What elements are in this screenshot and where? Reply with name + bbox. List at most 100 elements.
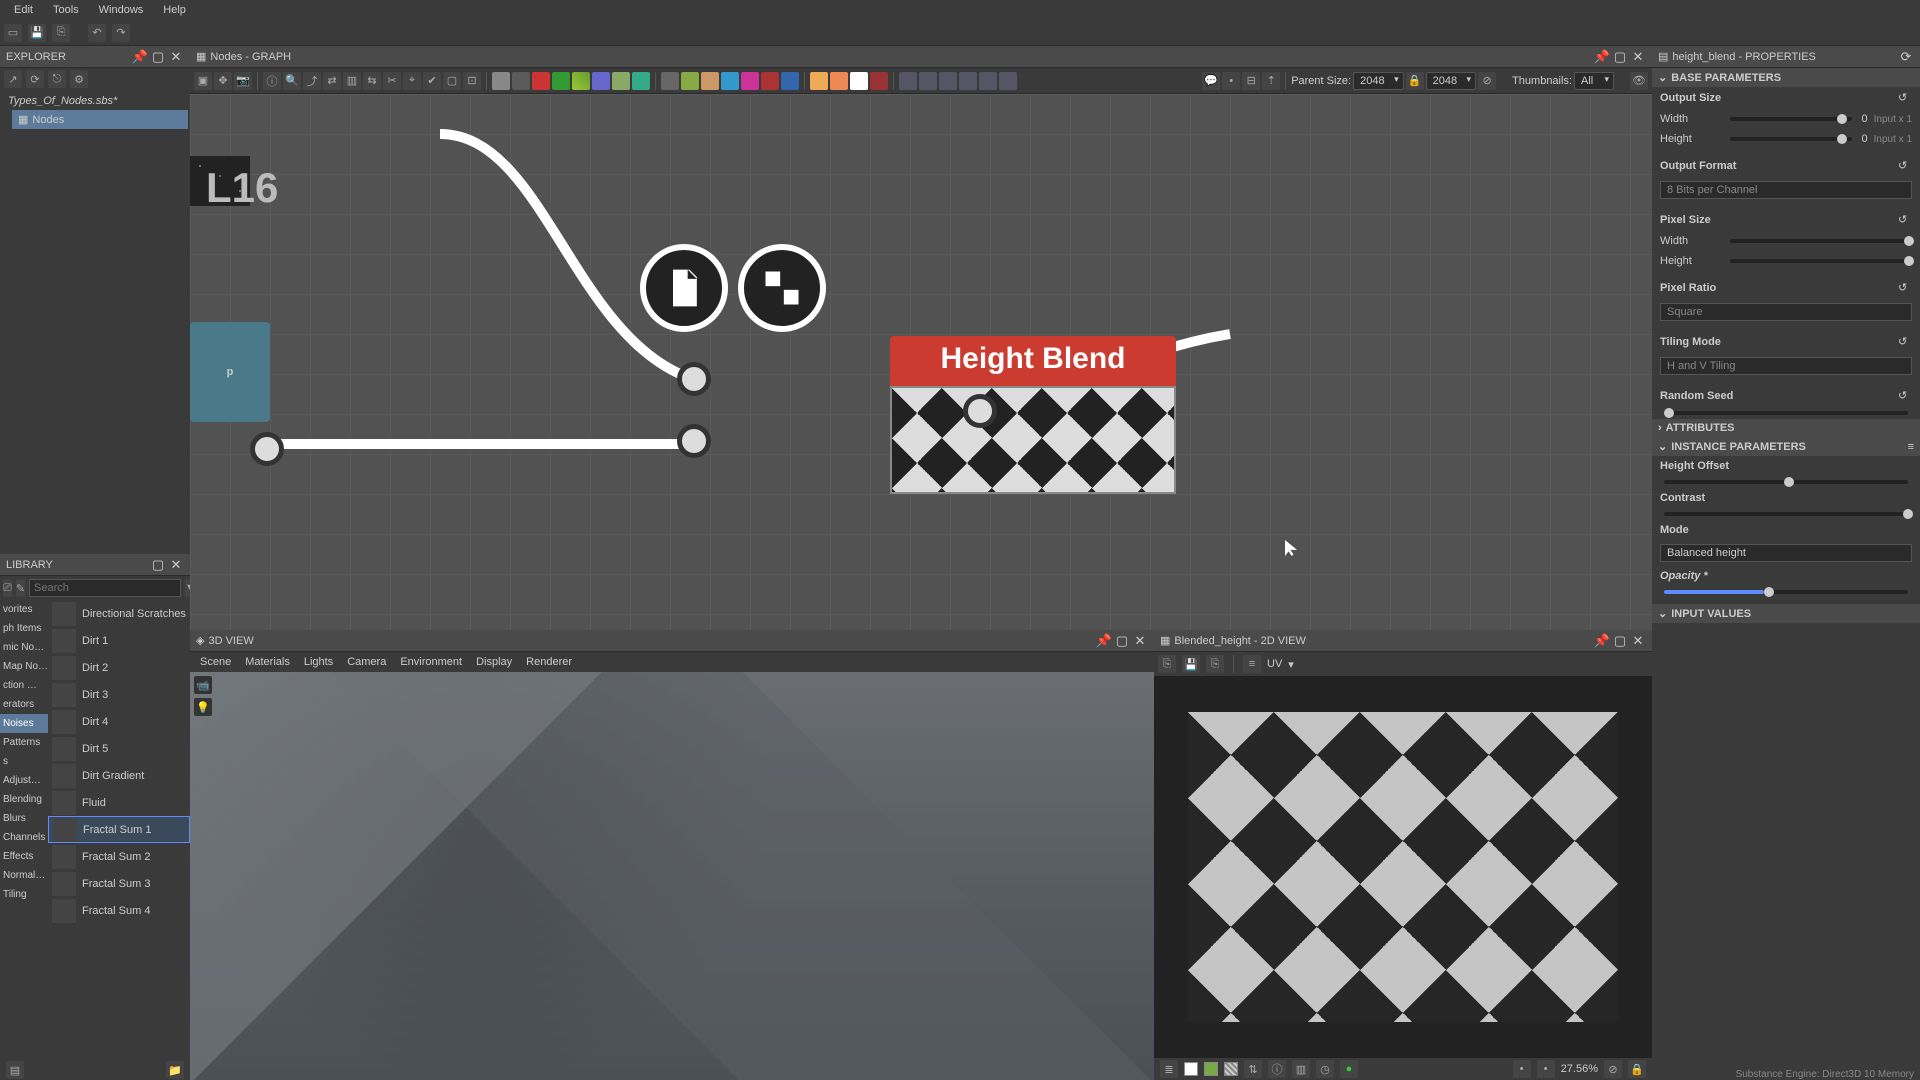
- maximize-icon[interactable]: ▢: [1612, 49, 1628, 65]
- pin-icon[interactable]: 📌: [132, 49, 148, 65]
- list-item[interactable]: Fractal Sum 4: [48, 897, 190, 924]
- node-out4[interactable]: [870, 72, 888, 90]
- pin-icon[interactable]: 📌: [1096, 633, 1112, 649]
- node-port-in1[interactable]: [677, 362, 711, 396]
- clock-icon[interactable]: ◷: [1316, 1060, 1334, 1078]
- list-item-selected[interactable]: Fractal Sum 1: [48, 816, 190, 843]
- channel-alpha[interactable]: [1224, 1062, 1238, 1076]
- node-out2[interactable]: [830, 72, 848, 90]
- globe-icon[interactable]: ●: [1340, 1060, 1358, 1078]
- maximize-icon[interactable]: ▢: [150, 49, 166, 65]
- menu-icon[interactable]: ≡: [1908, 441, 1914, 453]
- lib-cat[interactable]: Adjust…: [0, 771, 48, 790]
- channel-white[interactable]: [1184, 1062, 1198, 1076]
- new-icon[interactable]: ▭: [4, 24, 22, 42]
- node-port-out[interactable]: [963, 394, 997, 428]
- explorer-node-item[interactable]: ▦ Nodes: [12, 110, 188, 129]
- redo-icon[interactable]: ↷: [112, 24, 130, 42]
- parent-width-dropdown[interactable]: 2048: [1353, 72, 1403, 90]
- node-uniform[interactable]: [492, 72, 510, 90]
- lib-cat-noises[interactable]: Noises: [0, 714, 48, 733]
- px-height-slider[interactable]: [1730, 259, 1908, 263]
- lib-cat[interactable]: s: [0, 752, 48, 771]
- link-icon[interactable]: ⎋: [48, 70, 66, 88]
- lib-cat[interactable]: erators: [0, 695, 48, 714]
- menu-display[interactable]: Display: [470, 654, 518, 670]
- zoom-icon[interactable]: 🔍: [283, 72, 301, 90]
- node-text[interactable]: [741, 72, 759, 90]
- node-grid[interactable]: [661, 72, 679, 90]
- probe-icon[interactable]: ⌖: [403, 72, 421, 90]
- lock-icon[interactable]: 🔒: [1406, 72, 1424, 90]
- hist-icon[interactable]: ⇅: [1244, 1060, 1262, 1078]
- height-offset-slider[interactable]: [1664, 480, 1908, 484]
- lib-cat[interactable]: vorites: [0, 600, 48, 619]
- menu-environment[interactable]: Environment: [394, 654, 468, 670]
- reset-icon[interactable]: ↺: [1898, 213, 1912, 227]
- menu-materials[interactable]: Materials: [239, 654, 296, 670]
- lib-cat[interactable]: Tiling: [0, 885, 48, 904]
- node-in3[interactable]: [939, 72, 957, 90]
- node-warp[interactable]: [632, 72, 650, 90]
- share-icon[interactable]: ⤴: [303, 72, 321, 90]
- clean-icon[interactable]: ⊟: [1242, 72, 1260, 90]
- folder-icon[interactable]: 📁: [166, 1061, 184, 1079]
- list-item[interactable]: Fluid: [48, 789, 190, 816]
- reset-icon[interactable]: ↺: [1898, 335, 1912, 349]
- parent-height-dropdown[interactable]: 2048: [1426, 72, 1476, 90]
- maximize-icon[interactable]: ▢: [150, 557, 166, 573]
- reset-icon[interactable]: ⊘: [1478, 72, 1496, 90]
- width-slider[interactable]: [1730, 117, 1852, 121]
- mode-field[interactable]: Balanced height: [1660, 544, 1912, 562]
- chevron-down-icon[interactable]: ▾: [1288, 658, 1294, 671]
- lib-cat[interactable]: mic No…: [0, 638, 48, 657]
- refresh-icon[interactable]: ⟳: [26, 70, 44, 88]
- settings-icon[interactable]: ⚙: [70, 70, 88, 88]
- dot-icon[interactable]: •: [1222, 72, 1240, 90]
- network-icon[interactable]: ⇄: [323, 72, 341, 90]
- eye-icon[interactable]: 👁: [1630, 72, 1648, 90]
- lib-cat[interactable]: ph Items: [0, 619, 48, 638]
- info2-icon[interactable]: ⓘ: [1268, 1060, 1286, 1078]
- export-icon[interactable]: ↗: [4, 70, 22, 88]
- sliders-icon[interactable]: ≡: [1243, 655, 1261, 673]
- cut-icon[interactable]: ✂: [383, 72, 401, 90]
- menu-help[interactable]: Help: [153, 2, 196, 18]
- menu-lights[interactable]: Lights: [298, 654, 339, 670]
- reset-icon[interactable]: ↺: [1898, 281, 1912, 295]
- checker-node[interactable]: [738, 244, 826, 332]
- node-out3[interactable]: [850, 72, 868, 90]
- node-in2[interactable]: [919, 72, 937, 90]
- menu-tools[interactable]: Tools: [43, 2, 89, 18]
- lib-cat[interactable]: Patterns: [0, 733, 48, 752]
- output-format-field[interactable]: 8 Bits per Channel: [1660, 181, 1912, 199]
- channel-green[interactable]: [1204, 1062, 1218, 1076]
- lib-cat[interactable]: Map No…: [0, 657, 48, 676]
- height-slider[interactable]: [1730, 137, 1852, 141]
- save-icon[interactable]: 💾: [28, 24, 46, 42]
- link2-icon[interactable]: ⇆: [363, 72, 381, 90]
- check-icon[interactable]: ✔: [423, 72, 441, 90]
- lock3-icon[interactable]: 🔒: [1628, 1060, 1646, 1078]
- list-item[interactable]: Fractal Sum 2: [48, 843, 190, 870]
- open-icon[interactable]: ⎘: [52, 24, 70, 42]
- camera-icon[interactable]: 📷: [234, 72, 252, 90]
- pin-icon[interactable]: 📌: [1594, 633, 1610, 649]
- seed-slider[interactable]: [1664, 411, 1908, 415]
- menu-camera[interactable]: Camera: [341, 654, 392, 670]
- save-icon[interactable]: 💾: [1182, 655, 1200, 673]
- tiling-mode-field[interactable]: H and V Tiling: [1660, 357, 1912, 375]
- box-icon[interactable]: ▢: [443, 72, 461, 90]
- dot1-icon[interactable]: •: [1513, 1060, 1531, 1078]
- dot2-icon[interactable]: •: [1537, 1060, 1555, 1078]
- pin-icon[interactable]: 📌: [1594, 49, 1610, 65]
- node-gradient[interactable]: [572, 72, 590, 90]
- camera-view-icon[interactable]: 📹: [194, 676, 212, 694]
- close-icon[interactable]: ✕: [1630, 633, 1646, 649]
- pin2-icon[interactable]: ⇡: [1262, 72, 1280, 90]
- node-in1[interactable]: [899, 72, 917, 90]
- node-blend[interactable]: [532, 72, 550, 90]
- columns-icon[interactable]: ▥: [343, 72, 361, 90]
- node-tile[interactable]: [681, 72, 699, 90]
- node-in4[interactable]: [959, 72, 977, 90]
